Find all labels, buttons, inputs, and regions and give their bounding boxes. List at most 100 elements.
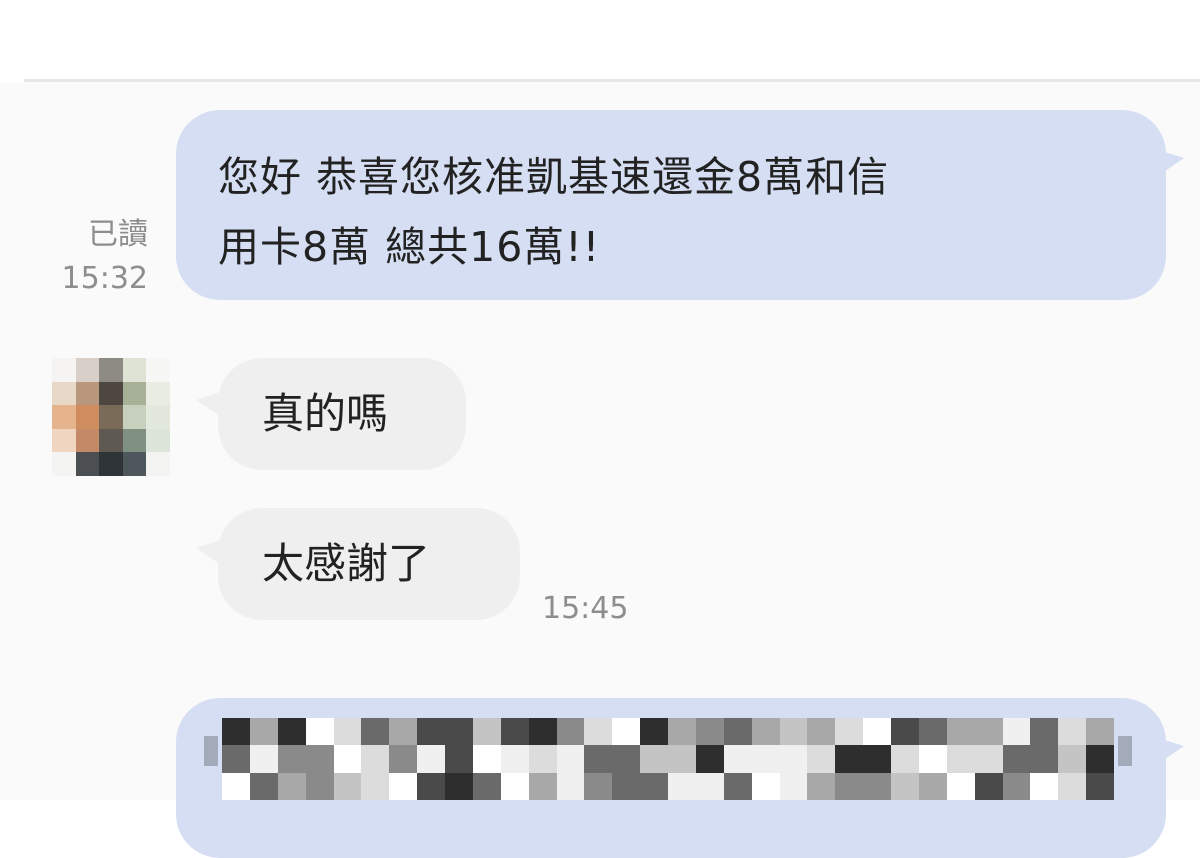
mosaic-tile bbox=[779, 772, 808, 800]
mosaic-tile bbox=[863, 745, 891, 773]
mosaic-tile bbox=[584, 718, 613, 746]
bubble-tail bbox=[1158, 738, 1184, 764]
mosaic-tile bbox=[249, 745, 278, 773]
mosaic-tile bbox=[668, 718, 696, 746]
mosaic-tile bbox=[277, 718, 306, 746]
mosaic-tile bbox=[668, 772, 696, 800]
mosaic-tile bbox=[974, 745, 1003, 773]
mosaic-tile bbox=[305, 745, 334, 773]
bubble-tail bbox=[196, 540, 220, 564]
mosaic-tile bbox=[807, 772, 836, 800]
mosaic-tile bbox=[695, 745, 724, 773]
mosaic-tile bbox=[918, 745, 947, 773]
mosaic-tile bbox=[361, 745, 390, 773]
mosaic-tile bbox=[1086, 772, 1114, 800]
mosaic-tile bbox=[556, 772, 585, 800]
mosaic-tile bbox=[640, 745, 668, 773]
mosaic-tile bbox=[1058, 772, 1087, 800]
mosaic-tile bbox=[946, 718, 975, 746]
message-timestamp: 15:32 bbox=[61, 261, 148, 296]
message-line: 用卡8萬 總共16萬!! bbox=[218, 223, 601, 271]
mosaic-tile bbox=[249, 718, 278, 746]
mosaic-tile bbox=[333, 718, 362, 746]
incoming-message-bubble[interactable]: 太感謝了 bbox=[218, 508, 520, 620]
message-timestamp: 15:45 bbox=[542, 591, 629, 626]
mosaic-tile bbox=[640, 718, 668, 746]
mosaic-tile bbox=[891, 718, 919, 746]
mosaic-tile bbox=[612, 718, 641, 746]
mosaic-tile bbox=[556, 718, 585, 746]
message-text: 真的嗎 bbox=[262, 389, 389, 438]
mosaic-tile bbox=[640, 772, 668, 800]
mosaic-tile bbox=[1030, 745, 1059, 773]
redacted-text-fragment bbox=[1118, 736, 1132, 766]
mosaic-tile bbox=[361, 772, 390, 800]
mosaic-tile bbox=[389, 718, 418, 746]
mosaic-tile bbox=[1086, 745, 1114, 773]
mosaic-tile bbox=[1002, 745, 1031, 773]
mosaic-tile bbox=[556, 745, 585, 773]
mosaic-tile bbox=[863, 772, 891, 800]
mosaic-tile bbox=[723, 718, 752, 746]
mosaic-tile bbox=[974, 718, 1003, 746]
mosaic-tile bbox=[1058, 718, 1087, 746]
mosaic-tile bbox=[528, 745, 557, 773]
mosaic-tile bbox=[1002, 718, 1031, 746]
redaction-mosaic bbox=[222, 718, 1114, 800]
mosaic-tile bbox=[612, 745, 641, 773]
mosaic-tile bbox=[1058, 745, 1087, 773]
mosaic-tile bbox=[918, 772, 947, 800]
mosaic-tile bbox=[1086, 718, 1114, 746]
mosaic-tile bbox=[417, 718, 445, 746]
mosaic-tile bbox=[222, 772, 250, 800]
mosaic-tile bbox=[528, 772, 557, 800]
message-line: 您好 恭喜您核准凱基速還金8萬和信 bbox=[218, 153, 890, 201]
mosaic-tile bbox=[333, 745, 362, 773]
mosaic-tile bbox=[277, 772, 306, 800]
mosaic-tile bbox=[946, 745, 975, 773]
mosaic-tile bbox=[305, 772, 334, 800]
contact-avatar[interactable] bbox=[52, 358, 170, 476]
mosaic-tile bbox=[612, 772, 641, 800]
mosaic-tile bbox=[835, 745, 864, 773]
mosaic-tile bbox=[417, 745, 445, 773]
mosaic-tile bbox=[1030, 772, 1059, 800]
mosaic-tile bbox=[500, 718, 529, 746]
mosaic-tile bbox=[779, 745, 808, 773]
mosaic-tile bbox=[723, 772, 752, 800]
mosaic-tile bbox=[723, 745, 752, 773]
mosaic-tile bbox=[835, 718, 864, 746]
bubble-tail bbox=[196, 392, 220, 416]
mosaic-tile bbox=[1002, 772, 1031, 800]
mosaic-tile bbox=[500, 745, 529, 773]
mosaic-tile bbox=[695, 718, 724, 746]
mosaic-tile bbox=[445, 718, 473, 746]
mosaic-tile bbox=[472, 718, 501, 746]
mosaic-tile bbox=[417, 772, 445, 800]
mosaic-tile bbox=[1030, 718, 1059, 746]
mosaic-tile bbox=[584, 745, 613, 773]
mosaic-tile bbox=[891, 772, 919, 800]
mosaic-tile bbox=[695, 772, 724, 800]
incoming-message-bubble[interactable]: 真的嗎 bbox=[218, 358, 466, 470]
mosaic-tile bbox=[751, 772, 780, 800]
mosaic-tile bbox=[472, 772, 501, 800]
message-text: 太感謝了 bbox=[262, 539, 431, 588]
mosaic-tile bbox=[389, 745, 418, 773]
mosaic-tile bbox=[472, 745, 501, 773]
mosaic-tile bbox=[807, 745, 836, 773]
mosaic-tile bbox=[445, 772, 473, 800]
mosaic-tile bbox=[835, 772, 864, 800]
mosaic-tile bbox=[668, 745, 696, 773]
mosaic-tile bbox=[222, 745, 250, 773]
mosaic-tile bbox=[751, 745, 780, 773]
mosaic-tile bbox=[974, 772, 1003, 800]
outgoing-message-bubble[interactable]: 您好 恭喜您核准凱基速還金8萬和信 用卡8萬 總共16萬!! bbox=[176, 110, 1166, 300]
mosaic-tile bbox=[751, 718, 780, 746]
mosaic-tile bbox=[389, 772, 418, 800]
mosaic-tile bbox=[779, 718, 808, 746]
mosaic-tile bbox=[891, 745, 919, 773]
chat-header-area bbox=[0, 0, 1200, 80]
bubble-tail bbox=[1158, 150, 1184, 176]
mosaic-tile bbox=[249, 772, 278, 800]
